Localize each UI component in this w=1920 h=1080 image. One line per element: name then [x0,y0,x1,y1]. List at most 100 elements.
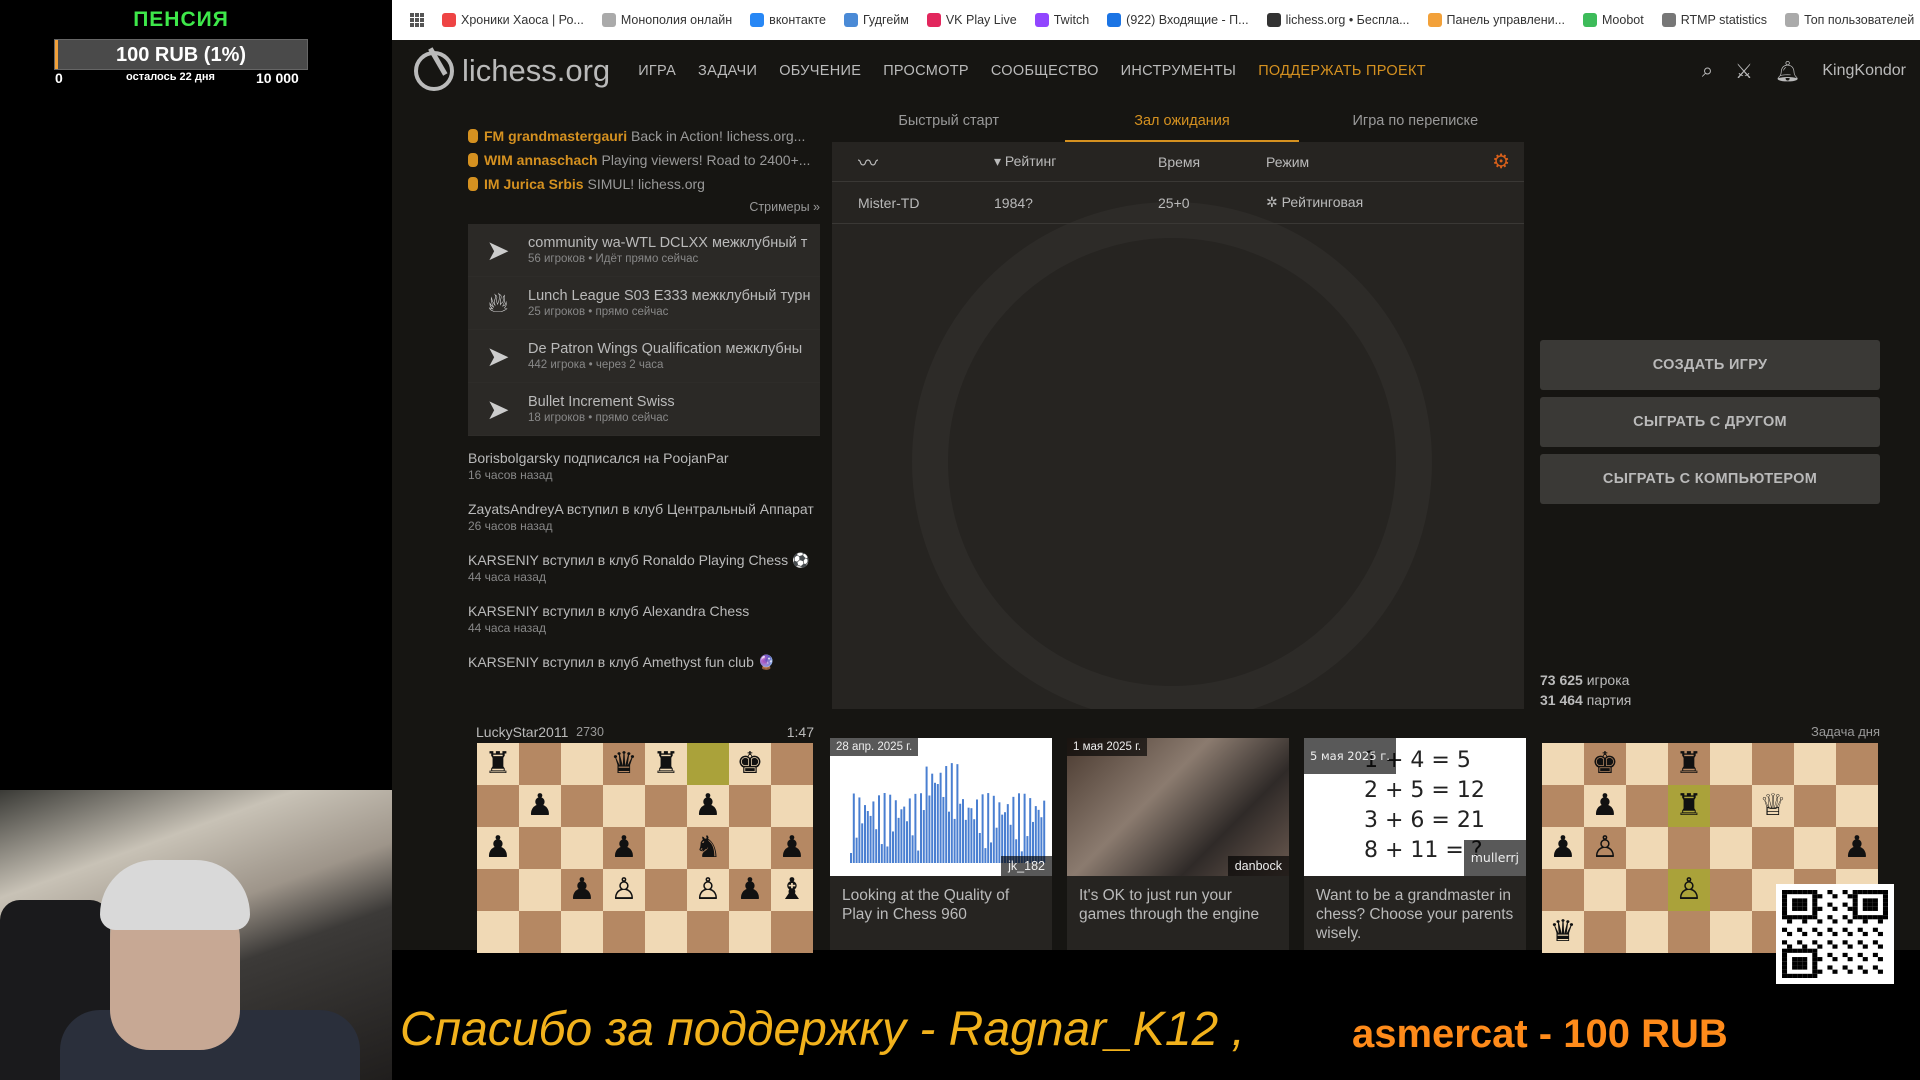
board-square[interactable] [1710,785,1752,827]
timeline-entry[interactable]: KARSENIY вступил в клуб Alexandra Chess 4… [468,603,820,637]
board-square[interactable] [1584,911,1626,953]
nav-watch[interactable]: ПРОСМОТР [883,63,969,79]
board-square[interactable]: ♜ [1668,785,1710,827]
board-square[interactable] [519,743,561,785]
tab-quick-pairing[interactable]: Быстрый старт [832,108,1065,142]
tv-player-name[interactable]: LuckyStar2011 [476,724,568,740]
user-menu[interactable]: KingKondor [1822,62,1906,80]
timeline-entry[interactable]: ZayatsAndreyA вступил в клуб Центральный… [468,501,820,535]
board-square[interactable]: ♙ [603,869,645,911]
nav-puzzles[interactable]: ЗАДАЧИ [698,63,757,79]
bookmark-item[interactable]: Twitch [1034,13,1089,27]
board-square[interactable] [1710,911,1752,953]
gear-icon[interactable]: ⚙ [1492,149,1510,174]
tab-correspondence[interactable]: Игра по переписке [1299,108,1532,142]
board-square[interactable] [771,743,813,785]
board-square[interactable]: ♟ [561,869,603,911]
games-count[interactable]: 31 464 партия [1540,690,1631,710]
board-square[interactable] [1710,827,1752,869]
board-square[interactable] [645,911,687,953]
board-square[interactable] [1794,827,1836,869]
bookmark-item[interactable]: Гудгейм [843,13,909,27]
board-square[interactable] [1794,743,1836,785]
board-square[interactable] [561,827,603,869]
board-square[interactable]: ♟ [477,827,519,869]
board-square[interactable] [1710,869,1752,911]
board-square[interactable] [1542,785,1584,827]
bookmark-item[interactable]: VK Play Live [926,13,1017,27]
streamers-link[interactable]: Стримеры » [468,200,820,214]
board-square[interactable] [519,827,561,869]
board-square[interactable]: ♞ [687,827,729,869]
play-computer-button[interactable]: СЫГРАТЬ С КОМПЬЮТЕРОМ [1540,454,1880,504]
bookmark-item[interactable]: Moobot [1583,13,1644,27]
board-square[interactable] [645,827,687,869]
blog-card-2[interactable]: 1 мая 2025 г. danbock It's OK to just ru… [1067,738,1289,950]
board-square[interactable]: ♛ [603,743,645,785]
board-square[interactable] [771,785,813,827]
board-square[interactable]: ♚ [729,743,771,785]
table-row[interactable]: Mister-TD 1984? 25+0 ✲ Рейтинговая [832,182,1524,224]
nav-tools[interactable]: ИНСТРУМЕНТЫ [1121,63,1237,79]
board-square[interactable] [561,785,603,827]
board-square[interactable] [771,911,813,953]
timeline-entry[interactable]: Borisbolgarsky подписался на PoojanPar 16… [468,450,820,484]
board-square[interactable] [519,911,561,953]
board-square[interactable] [477,911,519,953]
board-square[interactable]: ♟ [1836,827,1878,869]
board-square[interactable]: ♟ [1584,785,1626,827]
board-square[interactable] [1752,743,1794,785]
nav-community[interactable]: СООБЩЕСТВО [991,63,1099,79]
board-square[interactable]: ♙ [1668,869,1710,911]
tournament-item[interactable]: ➤ Bullet Increment Swiss 18 игроков • прям… [468,383,820,436]
board-square[interactable]: ♜ [645,743,687,785]
streamer-item[interactable]: IM Jurica Srbis SIMUL! lichess.org [468,176,820,192]
timeline-entry[interactable]: KARSENIY вступил в клуб Ronaldo Playing … [468,552,820,586]
board-square[interactable] [729,785,771,827]
board-square[interactable] [687,911,729,953]
create-game-button[interactable]: СОЗДАТЬ ИГРУ [1540,340,1880,390]
streamer-item[interactable]: WIM annaschach Playing viewers! Road to … [468,152,820,168]
board-square[interactable] [561,911,603,953]
board-square[interactable]: ♟ [687,785,729,827]
notifications-bell-icon[interactable]: 🔔︎ [1775,59,1800,84]
board-square[interactable] [729,911,771,953]
board-square[interactable] [729,827,771,869]
blog-card-3[interactable]: 1 + 4 = 5 2 + 5 = 12 3 + 6 = 21 8 + 11 =… [1304,738,1526,950]
blog-card-1[interactable]: 28 апр. 2025 г. jk_182 Looking at the Qu… [830,738,1052,950]
bookmark-item[interactable]: вконтакте [750,13,826,27]
board-square[interactable] [519,869,561,911]
board-square[interactable]: ♕ [1752,785,1794,827]
board-square[interactable] [645,869,687,911]
board-square[interactable]: ♟ [729,869,771,911]
board-square[interactable] [603,785,645,827]
board-square[interactable]: ♟ [603,827,645,869]
board-square[interactable] [1836,785,1878,827]
puzzle-of-day-label[interactable]: Задача дня [1700,724,1880,739]
bookmark-item[interactable]: lichess.org • Беспла... [1266,13,1410,27]
board-square[interactable] [1626,911,1668,953]
board-square[interactable] [561,743,603,785]
board-square[interactable]: ♟ [519,785,561,827]
bookmark-item[interactable]: (922) Входящие - П... [1107,13,1249,27]
board-square[interactable] [1668,911,1710,953]
board-square[interactable] [1626,869,1668,911]
bookmark-item[interactable]: Топ пользователей [1785,13,1914,27]
timeline-entry[interactable]: KARSENIY вступил в клуб Amethyst fun clu… [468,654,820,671]
board-square[interactable] [1542,869,1584,911]
board-square[interactable] [1710,743,1752,785]
board-square[interactable] [1794,785,1836,827]
board-square[interactable] [603,911,645,953]
tv-chess-board[interactable]: ♜ ♛ ♜ ♚ ♟ ♟ ♟ ♟ ♞ ♟ ♟ ♙ ♙ ♟ ♝ [477,743,813,953]
tab-lobby[interactable]: Зал ожидания [1065,108,1299,142]
board-square[interactable] [1626,827,1668,869]
chart-toggle-icon[interactable]: 〰 [832,147,994,176]
board-square[interactable] [477,785,519,827]
bookmark-item[interactable]: Монополия онлайн [601,13,732,27]
bookmark-item[interactable]: Панель управлени... [1427,13,1565,27]
board-square[interactable] [1752,827,1794,869]
board-square[interactable] [1626,743,1668,785]
board-square[interactable]: ♚ [1584,743,1626,785]
tournament-item[interactable]: ➤ community wa-WTL DCLXX межклубный т 56 и… [468,224,820,277]
board-square[interactable]: ♙ [687,869,729,911]
